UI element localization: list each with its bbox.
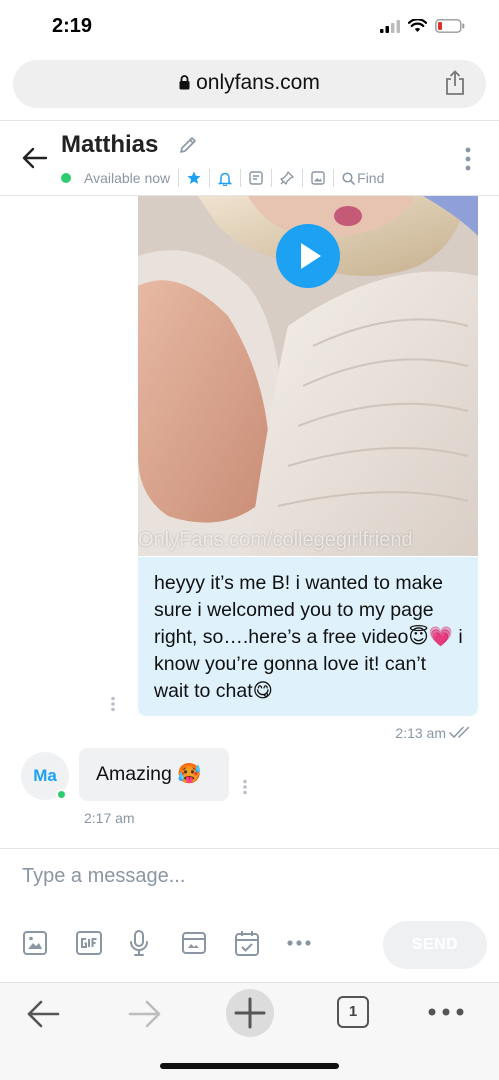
avatar-online-indicator xyxy=(56,789,67,800)
composer-toolbar xyxy=(22,929,340,957)
bell-icon xyxy=(218,172,233,186)
outgoing-message-text: heyyy it’s me B! i wanted to make sure i… xyxy=(154,572,463,702)
message-composer: SEND xyxy=(0,848,499,982)
mic-icon xyxy=(130,930,148,956)
incoming-message-text: Amazing 🥵 xyxy=(96,763,202,785)
message-input[interactable] xyxy=(22,865,462,888)
tab-switcher-button[interactable]: 1 xyxy=(337,996,369,1028)
video-thumbnail[interactable]: OnlyFans.com/collegegirlfriend xyxy=(138,196,478,556)
outgoing-message-time: 2:13 am xyxy=(395,725,446,741)
send-button[interactable]: SEND xyxy=(383,921,487,969)
attach-image-button[interactable] xyxy=(22,930,75,956)
status-bar: 2:19 xyxy=(0,0,499,56)
gif-button[interactable] xyxy=(75,930,128,956)
more-options-button[interactable] xyxy=(287,940,340,946)
vault-button[interactable] xyxy=(181,930,234,956)
url-display[interactable]: onlyfans.com xyxy=(13,71,486,95)
plus-icon xyxy=(234,997,266,1029)
media-button[interactable] xyxy=(311,171,325,185)
find-label: Find xyxy=(357,170,385,186)
signal-icon xyxy=(380,19,400,33)
availability-text: Available now xyxy=(84,170,171,186)
chat-header: Matthias Available now Find xyxy=(0,120,499,196)
forward-arrow-icon[interactable] xyxy=(127,998,163,1030)
contact-name[interactable]: Matthias xyxy=(61,131,158,159)
read-ticks-icon xyxy=(449,726,470,739)
voice-button[interactable] xyxy=(128,929,181,957)
vault-icon xyxy=(182,932,206,954)
incoming-message-time: 2:17 am xyxy=(84,810,135,826)
incoming-options-icon[interactable] xyxy=(242,779,248,795)
more-icon xyxy=(287,940,311,946)
favorite-button[interactable] xyxy=(187,171,201,185)
incoming-message-bubble: Amazing 🥵 xyxy=(79,748,229,801)
schedule-button[interactable] xyxy=(234,929,287,957)
battery-low-icon xyxy=(435,19,465,33)
share-icon[interactable] xyxy=(444,70,466,96)
back-arrow-icon[interactable] xyxy=(25,998,61,1030)
notifications-button[interactable] xyxy=(218,171,233,186)
star-icon xyxy=(187,171,201,184)
status-icons xyxy=(380,19,465,33)
back-arrow-icon[interactable] xyxy=(22,147,48,169)
search-icon xyxy=(342,171,355,185)
home-indicator xyxy=(160,1063,339,1069)
find-button[interactable]: Find xyxy=(342,170,384,186)
pin-icon xyxy=(280,171,294,185)
kebab-icon[interactable] xyxy=(465,147,471,171)
status-time: 2:19 xyxy=(52,15,93,37)
notes-button[interactable] xyxy=(249,171,263,185)
wifi-icon xyxy=(408,19,427,32)
play-icon[interactable] xyxy=(276,224,340,288)
gif-icon xyxy=(76,931,102,955)
video-watermark: OnlyFans.com/collegegirlfriend xyxy=(138,529,413,551)
online-indicator xyxy=(61,173,71,183)
url-bar[interactable]: onlyfans.com xyxy=(13,60,486,108)
edit-icon[interactable] xyxy=(178,135,198,155)
url-text: onlyfans.com xyxy=(196,71,320,94)
more-icon[interactable] xyxy=(428,1008,464,1016)
note-icon xyxy=(249,171,263,185)
image-icon xyxy=(23,931,47,955)
image-icon xyxy=(311,171,325,185)
contact-status-row: Available now Find xyxy=(61,168,384,188)
pin-button[interactable] xyxy=(280,171,294,185)
lock-icon xyxy=(179,75,190,90)
calendar-icon xyxy=(235,931,259,956)
new-tab-button[interactable] xyxy=(226,989,274,1037)
message-options-icon[interactable] xyxy=(110,696,116,712)
outgoing-message-bubble: heyyy it’s me B! i wanted to make sure i… xyxy=(138,557,478,716)
